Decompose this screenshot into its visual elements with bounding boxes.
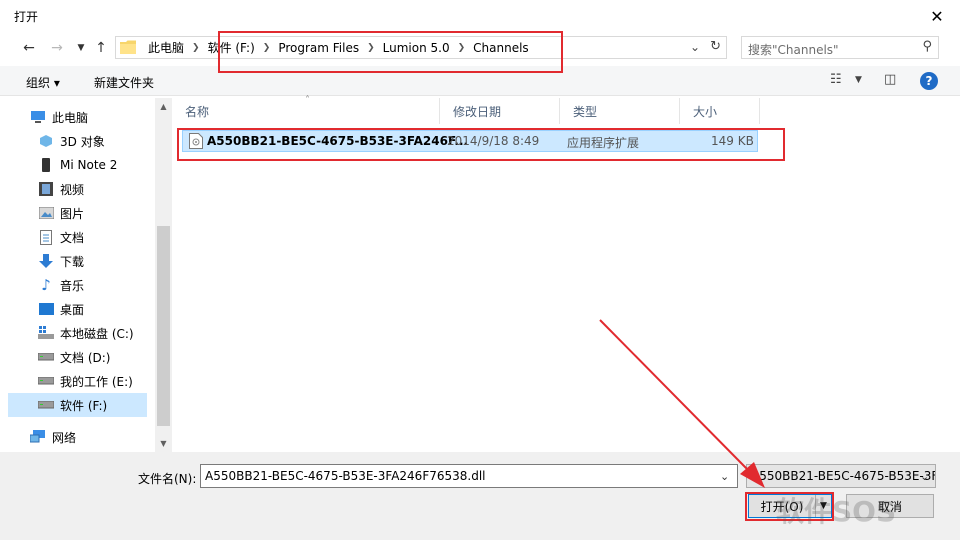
file-list: ˄ 名称 修改日期 类型 大小 A550BB21-BE5C-4675-B53E-… xyxy=(172,95,952,452)
network-icon xyxy=(30,429,46,445)
search-icon[interactable]: ⚲ xyxy=(922,39,932,54)
sidebar-item-label: 网络 xyxy=(52,430,77,445)
scroll-up-icon[interactable]: ▲ xyxy=(155,98,172,115)
chevron-down-icon[interactable]: ▼ xyxy=(855,75,862,85)
breadcrumb-item[interactable]: Program Files xyxy=(272,41,365,55)
close-icon[interactable]: ✕ xyxy=(922,2,952,30)
sidebar-item-label: 3D 对象 xyxy=(60,134,105,149)
sidebar-item-network[interactable]: 网络 xyxy=(30,425,170,449)
sidebar-item-label: 图片 xyxy=(60,206,85,221)
breadcrumb: 此电脑 ❯ 软件 (F:) ❯ Program Files ❯ Lumion 5… xyxy=(142,37,535,58)
search-placeholder: 搜索"Channels" xyxy=(748,43,839,57)
chevron-down-icon[interactable]: ⌄ xyxy=(720,470,729,483)
toolbar: 组织 ▾ 新建文件夹 ☷ ▼ ◫ ? xyxy=(0,66,960,96)
video-icon xyxy=(38,181,54,197)
title-bar: 打开 ✕ xyxy=(0,0,960,32)
navigation-pane: 此电脑 3D 对象 Mi Note 2 视频 图片 文档 下载 ♪ 音乐 桌面 … xyxy=(8,98,172,452)
breadcrumb-item[interactable]: Channels xyxy=(467,41,535,55)
view-options-icon[interactable]: ☷ xyxy=(830,72,842,87)
chevron-right-icon[interactable]: ❯ xyxy=(190,43,202,53)
breadcrumb-item[interactable]: Lumion 5.0 xyxy=(377,41,456,55)
file-size: 149 KB xyxy=(711,134,754,148)
sidebar-scrollbar[interactable]: ▲ ▼ xyxy=(155,98,172,452)
drive-icon xyxy=(38,397,54,413)
column-header-label: 修改日期 xyxy=(453,104,502,119)
folder-icon xyxy=(120,40,136,54)
table-row[interactable]: A550BB21-BE5C-4675-B53E-3FA246F... 2014/… xyxy=(182,130,758,152)
filename-input[interactable]: A550BB21-BE5C-4675-B53E-3FA246F76538.dll xyxy=(200,464,738,488)
search-input[interactable]: 搜索"Channels" ⚲ xyxy=(741,36,939,59)
filetype-select[interactable]: A550BB21-BE5C-4675-B53E-3FA246F76538.dll xyxy=(746,464,936,488)
sidebar-item-label: 文档 xyxy=(60,230,85,245)
sidebar-item-label: 音乐 xyxy=(60,278,85,293)
forward-arrow-icon[interactable]: → xyxy=(48,40,66,56)
download-icon xyxy=(38,253,54,269)
sidebar-item-label: 我的工作 (E:) xyxy=(60,374,133,389)
preview-pane-icon[interactable]: ◫ xyxy=(884,72,896,87)
phone-icon xyxy=(38,157,54,173)
window-title: 打开 xyxy=(14,10,39,24)
navigation-row: ← → ▼ ↑ 此电脑 ❯ 软件 (F:) ❯ Program Files ❯ … xyxy=(0,32,960,64)
file-name: A550BB21-BE5C-4675-B53E-3FA246F... xyxy=(207,134,469,148)
desktop-icon xyxy=(38,301,54,317)
column-header-modified[interactable]: 修改日期 xyxy=(440,98,560,124)
sidebar-item-label: Mi Note 2 xyxy=(60,158,118,172)
breadcrumb-item[interactable]: 软件 (F:) xyxy=(202,39,261,56)
sidebar-item-label: 视频 xyxy=(60,182,85,197)
sidebar-item-label: 文档 (D:) xyxy=(60,350,111,365)
file-type: 应用程序扩展 xyxy=(567,136,640,150)
sidebar-item-label: 下载 xyxy=(60,254,85,269)
help-icon[interactable]: ? xyxy=(920,72,938,90)
chevron-right-icon[interactable]: ❯ xyxy=(261,43,273,53)
watermark: 软件SOS xyxy=(776,495,897,528)
file-modified: 2014/9/18 8:49 xyxy=(447,134,540,148)
drive-icon xyxy=(38,349,54,365)
sidebar-item-drive-f[interactable]: 软件 (F:) xyxy=(8,393,147,417)
document-icon xyxy=(38,229,54,245)
column-header-label: 类型 xyxy=(573,104,598,119)
dll-file-icon xyxy=(189,133,203,149)
cube-icon xyxy=(38,133,54,149)
column-header-type[interactable]: 类型 xyxy=(560,98,680,124)
sidebar-item-this-pc[interactable]: 此电脑 xyxy=(30,105,170,129)
column-header-label: 名称 xyxy=(185,104,210,119)
address-bar[interactable]: 此电脑 ❯ 软件 (F:) ❯ Program Files ❯ Lumion 5… xyxy=(115,36,727,59)
chevron-right-icon[interactable]: ❯ xyxy=(456,43,468,53)
refresh-icon[interactable]: ↻ xyxy=(710,39,721,54)
scrollbar-thumb[interactable] xyxy=(157,226,170,426)
up-arrow-icon[interactable]: ↑ xyxy=(92,40,110,56)
column-header-label: 大小 xyxy=(693,104,718,119)
computer-icon xyxy=(30,109,46,125)
organize-button[interactable]: 组织 ▾ xyxy=(26,74,60,91)
breadcrumb-item[interactable]: 此电脑 xyxy=(142,39,190,56)
scroll-down-icon[interactable]: ▼ xyxy=(155,435,172,452)
filename-label: 文件名(N): xyxy=(138,472,197,486)
back-arrow-icon[interactable]: ← xyxy=(20,40,38,56)
recent-locations-chevron-icon[interactable]: ▼ xyxy=(72,40,90,56)
sidebar-item-label: 本地磁盘 (C:) xyxy=(60,326,134,341)
picture-icon xyxy=(38,205,54,221)
chevron-down-icon[interactable]: ⌄ xyxy=(920,470,929,483)
chevron-right-icon[interactable]: ❯ xyxy=(365,43,377,53)
column-header-name[interactable]: 名称 xyxy=(172,98,440,124)
sidebar-item-label: 此电脑 xyxy=(52,110,89,125)
sidebar-item-label: 桌面 xyxy=(60,302,85,317)
new-folder-button[interactable]: 新建文件夹 xyxy=(94,74,154,91)
chevron-down-icon[interactable]: ⌄ xyxy=(690,40,700,54)
drive-icon xyxy=(38,373,54,389)
drive-windows-icon xyxy=(38,325,54,341)
sidebar-item-label: 软件 (F:) xyxy=(60,398,108,413)
music-icon: ♪ xyxy=(41,276,51,294)
column-header-size[interactable]: 大小 xyxy=(680,98,760,124)
